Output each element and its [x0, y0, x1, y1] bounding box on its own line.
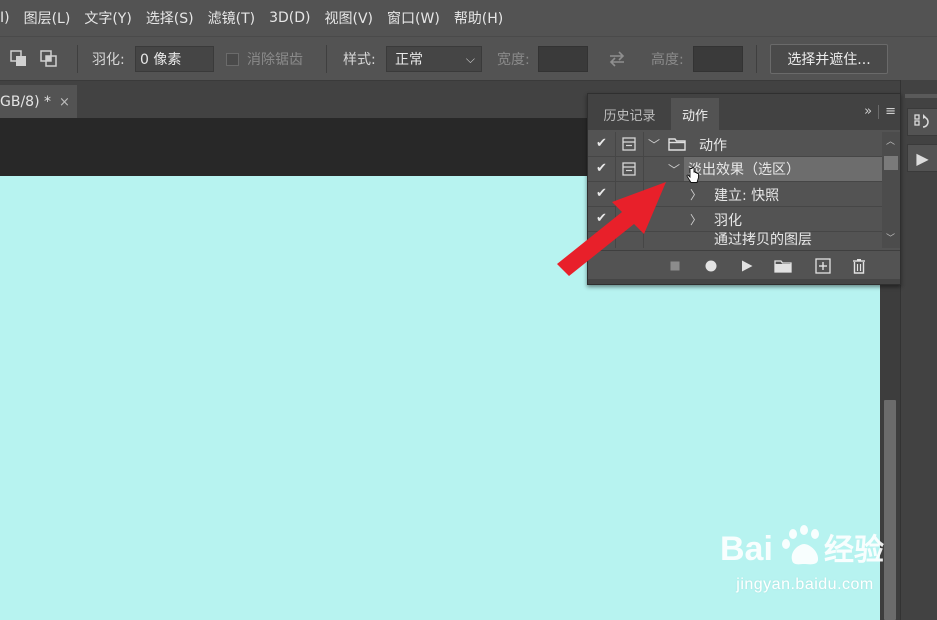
tab-history[interactable]: 历史记录	[588, 98, 671, 130]
list-item-selected[interactable]: ✔ ﹀ 淡出效果（选区）	[588, 157, 882, 183]
scrollbar-thumb[interactable]	[884, 400, 896, 620]
delete-icon[interactable]	[850, 257, 868, 275]
menu-bar: I) 图层(L) 文字(Y) 选择(S) 滤镜(T) 3D(D) 视图(V) 窗…	[0, 0, 937, 36]
action-label: 淡出效果（选区）	[688, 162, 800, 178]
dialog-toggle-icon[interactable]	[622, 162, 636, 176]
feather-input[interactable]: 0 像素	[135, 46, 214, 72]
scroll-up-icon[interactable]: ︿	[886, 134, 895, 147]
step-label: 羽化	[714, 213, 742, 229]
intersect-selection-icon[interactable]	[40, 50, 58, 68]
menu-item-filter[interactable]: 滤镜(T)	[201, 8, 262, 28]
feather-label: 羽化:	[92, 52, 125, 68]
panel-header-controls: » ≡	[864, 104, 896, 119]
document-tab-title: GB/8) *	[0, 94, 51, 110]
check-icon[interactable]: ✔	[596, 236, 610, 248]
actions-list: ✔ ﹀ 动作 ✔ ﹀ 淡出效果（选区） ✔ 〉 建立: 快照 ✔ 〉 羽化 ✔ …	[588, 132, 900, 248]
panel-scrollbar[interactable]: ︿ ﹀	[882, 132, 900, 248]
action-set-label: 动作	[699, 138, 727, 154]
style-label: 样式:	[343, 52, 376, 68]
check-icon[interactable]: ✔	[596, 161, 610, 176]
style-select-value: 正常	[395, 52, 423, 68]
antialias-checkbox[interactable]	[226, 53, 239, 66]
dialog-toggle-icon[interactable]	[622, 137, 636, 151]
menu-item-window[interactable]: 窗口(W)	[380, 8, 447, 28]
step-label: 建立: 快照	[714, 188, 780, 204]
chevron-right-icon[interactable]: 〉	[690, 186, 702, 203]
play-icon[interactable]	[738, 257, 756, 275]
chevron-right-icon[interactable]: 〉	[690, 211, 702, 228]
tab-actions[interactable]: 动作	[671, 98, 719, 130]
select-and-mask-button[interactable]: 选择并遮住...	[770, 44, 888, 74]
right-panel-dock: ▶	[900, 80, 937, 620]
panel-scrollbar-thumb[interactable]	[884, 156, 898, 170]
new-set-icon[interactable]	[774, 257, 792, 275]
actions-panel: 历史记录 动作 » ≡ ✔ ﹀ 动作 ✔ ﹀ 淡出效果（选区） ✔ 〉 建立: …	[587, 93, 901, 285]
menu-item-help[interactable]: 帮助(H)	[447, 8, 510, 28]
check-icon[interactable]: ✔	[596, 136, 610, 151]
panel-footer	[588, 250, 900, 280]
panel-resize-grip[interactable]	[588, 279, 900, 284]
list-item[interactable]: ✔ 〉 建立: 快照	[588, 182, 882, 207]
menu-item-type[interactable]: 文字(Y)	[77, 8, 138, 28]
options-bar: 羽化: 0 像素 消除锯齿 样式: 正常 ⌵ 宽度: 高度: 选择并遮住...	[0, 36, 937, 80]
menu-item-layer[interactable]: 图层(L)	[17, 8, 78, 28]
panel-header: 历史记录 动作 » ≡	[588, 94, 900, 130]
height-input[interactable]	[693, 46, 743, 72]
stop-icon[interactable]	[666, 257, 684, 275]
actions-play-icon[interactable]: ▶	[907, 144, 937, 172]
new-action-icon[interactable]	[814, 257, 832, 275]
chevron-down-icon[interactable]: ﹀	[668, 161, 680, 178]
width-input[interactable]	[538, 46, 588, 72]
menu-item-3d[interactable]: 3D(D)	[262, 10, 317, 26]
swap-icon[interactable]	[607, 50, 627, 68]
check-icon[interactable]: ✔	[596, 186, 610, 201]
document-tab[interactable]: GB/8) * ×	[0, 85, 77, 119]
chevron-down-icon: ⌵	[465, 52, 475, 66]
separator	[77, 45, 78, 73]
list-item[interactable]: ✔ 通过拷贝的图层	[588, 232, 882, 248]
history-brush-icon[interactable]	[907, 108, 937, 136]
height-label: 高度:	[651, 52, 684, 68]
width-label: 宽度:	[497, 52, 530, 68]
separator	[326, 45, 327, 73]
record-icon[interactable]	[702, 257, 720, 275]
menu-item-select[interactable]: 选择(S)	[139, 8, 201, 28]
scroll-down-icon[interactable]: ﹀	[886, 231, 895, 244]
check-icon[interactable]: ✔	[596, 211, 610, 226]
subtract-selection-icon[interactable]	[10, 50, 28, 68]
list-item[interactable]: ✔ ﹀ 动作	[588, 132, 882, 157]
step-label: 通过拷贝的图层	[714, 232, 812, 248]
separator	[756, 45, 757, 73]
menu-item-view[interactable]: 视图(V)	[318, 8, 381, 28]
close-icon[interactable]: ×	[59, 95, 70, 110]
folder-icon	[668, 138, 686, 151]
dock-grip[interactable]	[905, 94, 937, 98]
chevron-down-icon[interactable]: ﹀	[648, 136, 660, 153]
antialias-label: 消除锯齿	[247, 52, 303, 68]
menu-item-partial[interactable]: I)	[0, 10, 17, 26]
style-select[interactable]: 正常 ⌵	[386, 46, 482, 72]
panel-menu-icon[interactable]: ≡	[885, 104, 896, 119]
collapse-icon[interactable]: »	[864, 104, 872, 119]
